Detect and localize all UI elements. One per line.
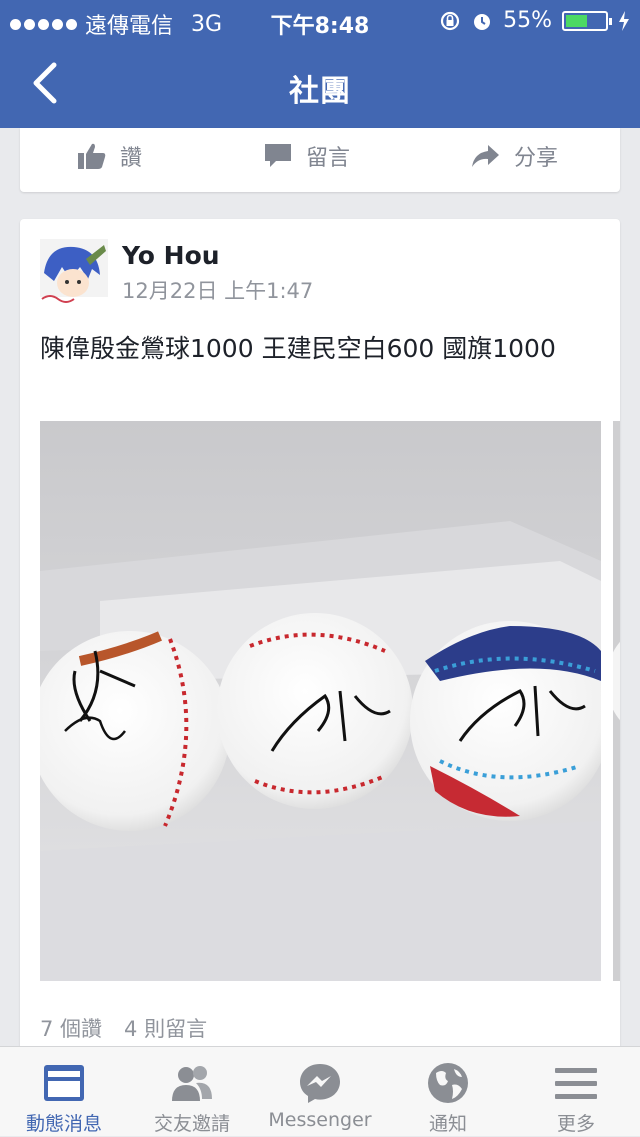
comment-count[interactable]: 4 則留言: [124, 1013, 207, 1043]
messenger-icon: [300, 1064, 340, 1103]
previous-post-actions: 讚 留言 分享: [20, 128, 620, 192]
charging-icon: [619, 10, 629, 31]
comment-label: 留言: [306, 146, 351, 171]
post-timestamp[interactable]: 12月22日 上午1:47: [122, 275, 313, 305]
like-icon: [78, 143, 106, 169]
navigation-bar: 社團: [0, 40, 640, 128]
tab-label: Messenger: [268, 1109, 372, 1131]
post-card: Yo Hou 12月22日 上午1:47 陳偉殷金鶯球1000 王建民空白600…: [20, 219, 620, 1059]
tab-label: 更多: [556, 1113, 595, 1135]
alarm-icon: [474, 13, 491, 30]
friend-requests-icon: [172, 1066, 212, 1101]
status-bar: 遠傳電信 3G 下午8:48 55%: [0, 0, 640, 40]
status-right: 55%: [439, 8, 630, 33]
tab-messenger[interactable]: Messenger: [256, 1047, 384, 1137]
tab-bar: 動態消息 交友邀請 Messenger 通知 更多: [0, 1046, 640, 1136]
menu-icon: [555, 1068, 597, 1099]
rotation-lock-icon: [440, 11, 460, 30]
share-label: 分享: [514, 146, 559, 171]
post-text: 陳偉殷金鶯球1000 王建民空白600 國旗1000: [40, 334, 556, 363]
page-title: 社團: [289, 74, 351, 109]
battery-fill: [566, 14, 587, 27]
share-button[interactable]: 分享: [470, 140, 558, 172]
share-icon: [472, 145, 499, 167]
post-photo[interactable]: [40, 421, 601, 981]
baseballs-photo: [40, 421, 601, 981]
tab-label: 動態消息: [25, 1113, 102, 1135]
tab-more[interactable]: 更多: [512, 1047, 640, 1137]
tab-friend-requests[interactable]: 交友邀請: [128, 1047, 256, 1137]
like-button[interactable]: 讚: [78, 140, 142, 172]
author-avatar[interactable]: [40, 239, 108, 307]
like-count[interactable]: 7 個讚: [40, 1013, 102, 1043]
next-photo-image: [613, 421, 620, 981]
like-label: 讚: [120, 146, 143, 171]
post-engagement: 7 個讚 4 則留言: [40, 1013, 207, 1043]
tab-label: 通知: [428, 1113, 467, 1135]
tab-notifications[interactable]: 通知: [384, 1047, 512, 1137]
post-author[interactable]: Yo Hou: [122, 241, 220, 270]
battery-percent: 55%: [503, 8, 552, 33]
comment-icon: [265, 144, 291, 167]
next-photo-preview[interactable]: [613, 421, 620, 981]
tab-label: 交友邀請: [153, 1113, 230, 1135]
comment-button[interactable]: 留言: [264, 140, 350, 172]
tab-news-feed[interactable]: 動態消息: [0, 1047, 128, 1137]
battery-icon: [562, 10, 612, 31]
globe-icon: [428, 1063, 468, 1103]
avatar-image: [40, 239, 108, 307]
news-feed-icon: [44, 1065, 84, 1101]
